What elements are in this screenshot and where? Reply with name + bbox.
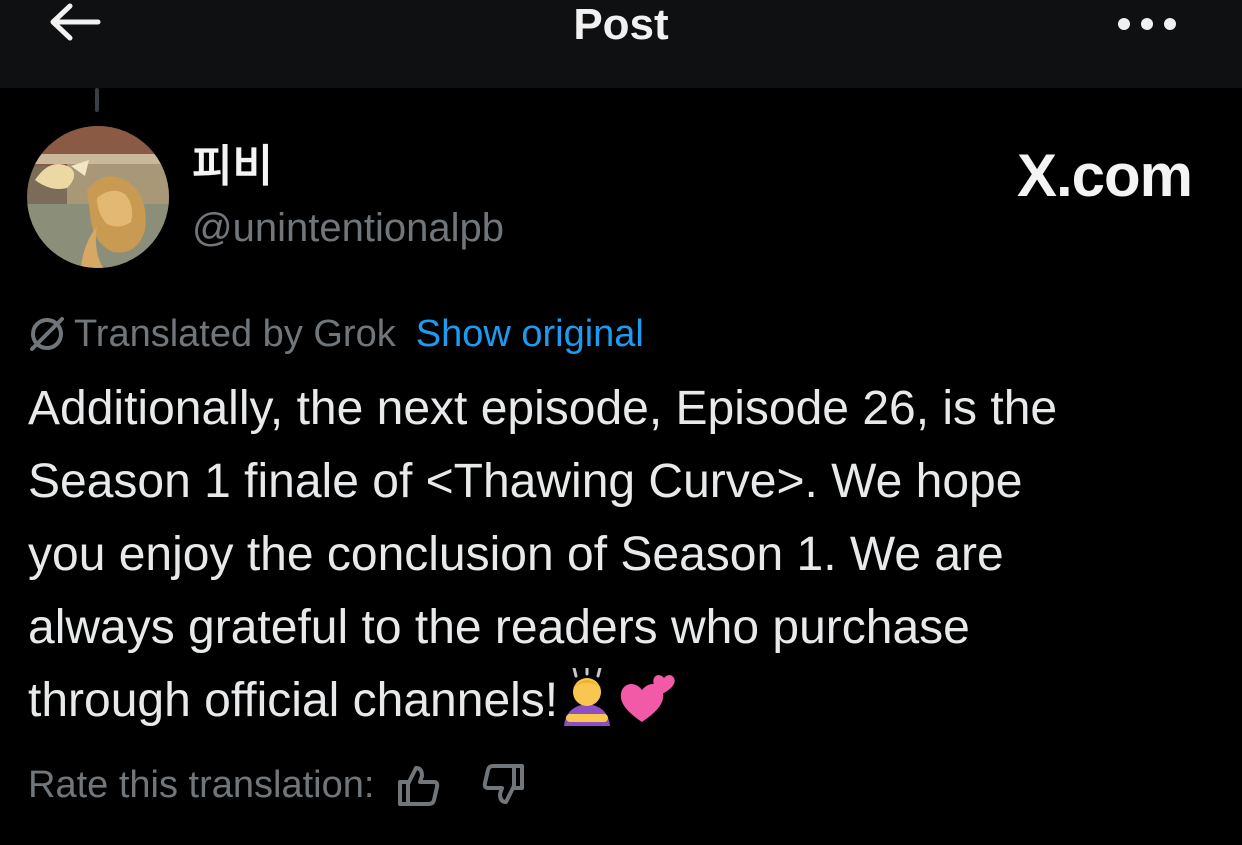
more-horizontal-icon [1118, 18, 1176, 30]
thumbs-down-button[interactable] [480, 762, 526, 808]
rate-translation-row: Rate this translation: [28, 758, 526, 812]
more-button[interactable] [1112, 8, 1182, 40]
arrow-left-icon [50, 3, 101, 41]
page-title: Post [573, 0, 669, 49]
two-hearts-emoji [616, 666, 678, 749]
thumbs-up-button[interactable] [396, 762, 442, 808]
back-button[interactable] [40, 0, 110, 50]
avatar-image [27, 126, 169, 268]
thumbs-down-icon [483, 764, 525, 804]
user-handle[interactable]: @unintentionalpb [192, 202, 504, 254]
post-text: Additionally, the next episode, Episode … [28, 382, 1058, 727]
post-body: Additionally, the next episode, Episode … [28, 372, 1218, 749]
translation-notice: Translated by Grok Show original [28, 310, 644, 358]
thumbs-up-icon [398, 766, 440, 806]
watermark-text: X.com [1016, 142, 1193, 209]
rate-translation-label: Rate this translation: [28, 763, 375, 806]
person-bowing-emoji [558, 664, 616, 749]
thread-connector-line [95, 88, 99, 112]
display-name[interactable]: 피비 [192, 140, 273, 194]
translated-by-label: Translated by Grok [74, 312, 396, 355]
grok-icon [30, 317, 64, 351]
show-original-link[interactable]: Show original [416, 313, 644, 356]
avatar[interactable] [27, 126, 169, 268]
top-bar: Post [0, 0, 1242, 88]
